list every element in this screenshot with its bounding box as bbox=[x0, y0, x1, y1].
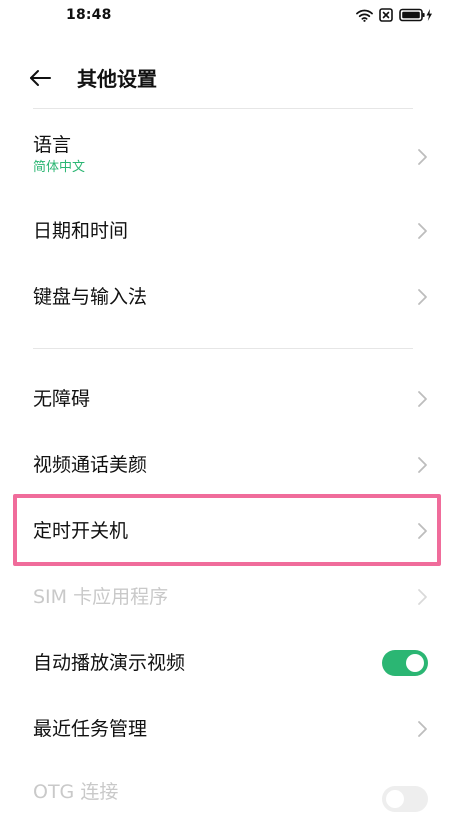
sim-blocked-icon bbox=[379, 8, 393, 22]
autoplay-demo-toggle[interactable] bbox=[382, 650, 428, 676]
arrow-left-icon bbox=[29, 69, 51, 87]
autoplay-demo-label: 自动播放演示视频 bbox=[33, 652, 186, 674]
settings-item-recent-tasks[interactable]: 最近任务管理 bbox=[0, 696, 455, 762]
recent-tasks-label: 最近任务管理 bbox=[33, 718, 148, 740]
back-button[interactable] bbox=[26, 64, 54, 92]
settings-item-autoplay-demo: 自动播放演示视频 bbox=[0, 630, 455, 696]
chevron-right-icon bbox=[415, 390, 429, 408]
status-icons bbox=[356, 8, 433, 22]
chevron-right-icon bbox=[415, 588, 429, 606]
otg-toggle bbox=[382, 786, 428, 812]
settings-item-language[interactable]: 语言 简体中文 bbox=[0, 120, 455, 198]
accessibility-label: 无障碍 bbox=[33, 388, 91, 410]
chevron-right-icon bbox=[415, 720, 429, 738]
settings-item-video-call-beauty[interactable]: 视频通话美颜 bbox=[0, 432, 455, 498]
settings-item-keyboard[interactable]: 键盘与输入法 bbox=[0, 264, 455, 330]
header-divider bbox=[33, 108, 413, 109]
settings-item-otg: OTG 连接 bbox=[0, 762, 455, 828]
battery-charging-icon bbox=[399, 8, 433, 22]
status-time: 18:48 bbox=[66, 7, 112, 23]
toggle-knob bbox=[406, 654, 424, 672]
chevron-right-icon bbox=[415, 148, 429, 166]
language-value: 简体中文 bbox=[33, 160, 86, 175]
date-time-label: 日期和时间 bbox=[33, 220, 129, 242]
chevron-right-icon bbox=[415, 456, 429, 474]
settings-item-accessibility[interactable]: 无障碍 bbox=[0, 366, 455, 432]
status-bar: 18:48 bbox=[0, 0, 455, 34]
settings-item-date-time[interactable]: 日期和时间 bbox=[0, 198, 455, 264]
chevron-right-icon bbox=[415, 288, 429, 306]
highlight-box bbox=[13, 494, 441, 566]
header: 其他设置 bbox=[0, 50, 455, 106]
sim-apps-label: SIM 卡应用程序 bbox=[33, 586, 169, 608]
toggle-knob bbox=[386, 790, 404, 808]
chevron-right-icon bbox=[415, 222, 429, 240]
video-call-beauty-label: 视频通话美颜 bbox=[33, 454, 148, 476]
section-divider bbox=[33, 348, 413, 349]
settings-item-sim-apps: SIM 卡应用程序 bbox=[0, 564, 455, 630]
wifi-icon bbox=[356, 9, 373, 22]
otg-label: OTG 连接 bbox=[33, 781, 119, 803]
language-label: 语言 bbox=[33, 134, 72, 156]
keyboard-label: 键盘与输入法 bbox=[33, 286, 148, 308]
page-title: 其他设置 bbox=[77, 67, 157, 91]
